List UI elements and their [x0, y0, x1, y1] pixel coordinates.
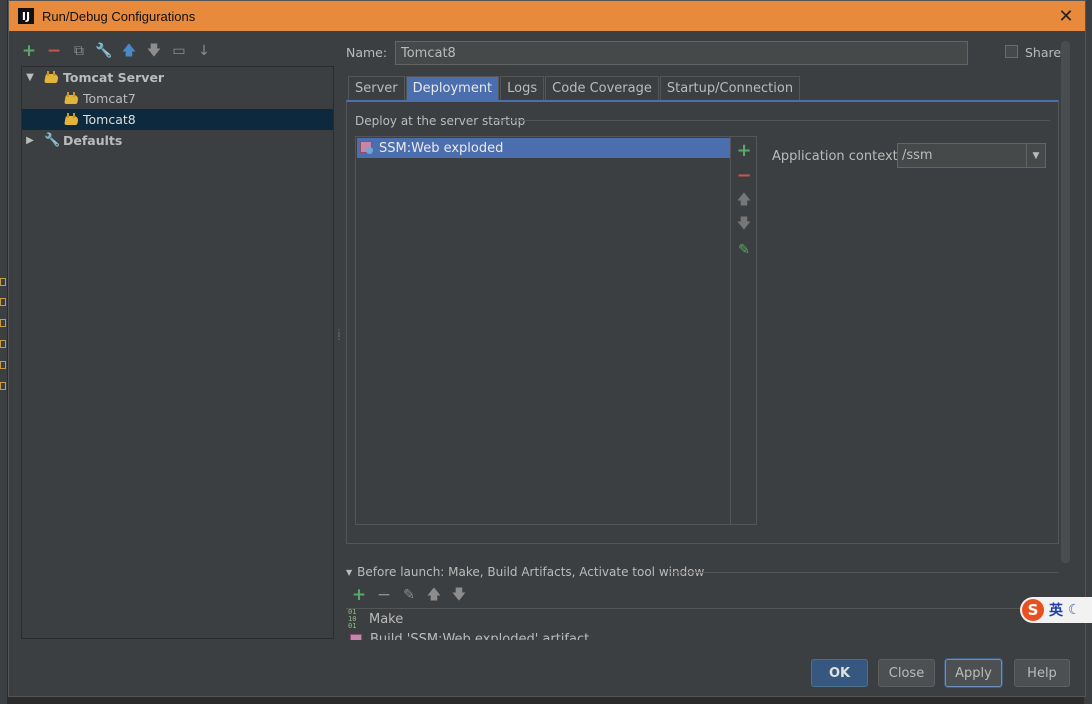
- help-button[interactable]: Help: [1014, 659, 1070, 687]
- ide-gutter-mark: [0, 382, 6, 390]
- tab-logs[interactable]: Logs: [500, 76, 545, 100]
- ide-gutter-mark: [0, 298, 6, 306]
- tree-node-tomcat-server[interactable]: ▼ Tomcat Server: [22, 67, 333, 88]
- list-item[interactable]: 01 10 01 Make: [346, 609, 1059, 629]
- moon-icon: ☾: [1068, 602, 1081, 618]
- make-icon: 01 10 01: [348, 608, 357, 630]
- window-title: Run/Debug Configurations: [42, 8, 196, 24]
- remove-icon[interactable]: −: [736, 165, 752, 186]
- move-down-icon[interactable]: 🡇: [736, 216, 752, 233]
- splitter-handle[interactable]: ⋮ ⋮: [335, 329, 343, 347]
- ide-gutter-mark: [0, 278, 6, 286]
- before-launch-label: Before launch: Make, Build Artifacts, Ac…: [357, 565, 705, 579]
- sort-icon[interactable]: ↓: [196, 43, 212, 59]
- tab-startup-connection[interactable]: Startup/Connection: [659, 76, 801, 100]
- tomcat-icon: [64, 91, 80, 106]
- wrench-icon: 🔧: [44, 133, 61, 148]
- section-divider: [494, 120, 1050, 121]
- move-up-icon[interactable]: 🡅: [121, 43, 137, 59]
- ide-gutter-mark: [0, 361, 6, 369]
- tree-node-label: Tomcat8: [83, 112, 136, 127]
- ok-button[interactable]: OK: [811, 659, 868, 687]
- remove-icon[interactable]: −: [376, 586, 392, 603]
- before-launch-header[interactable]: ▼ Before launch: Make, Build Artifacts, …: [346, 565, 704, 579]
- tree-node-label: Tomcat7: [83, 91, 136, 106]
- collapse-arrow-icon[interactable]: ▶: [24, 135, 36, 146]
- name-label: Name:: [346, 45, 388, 60]
- artifact-icon: [360, 141, 374, 155]
- before-launch-item-label: Build 'SSM:Web exploded' artifact: [370, 631, 590, 641]
- ime-indicator[interactable]: S 英 ☾: [1020, 597, 1092, 623]
- collapse-arrow-icon[interactable]: ▼: [346, 568, 352, 577]
- move-up-icon[interactable]: 🡅: [736, 192, 752, 209]
- list-item[interactable]: Build 'SSM:Web exploded' artifact: [346, 629, 1059, 640]
- tree-node-label: Tomcat Server: [63, 70, 165, 85]
- edit-defaults-icon[interactable]: 🔧: [95, 43, 112, 59]
- move-up-icon[interactable]: 🡅: [426, 587, 442, 603]
- list-item[interactable]: SSM:Web exploded: [357, 138, 730, 158]
- close-button[interactable]: Close: [878, 659, 935, 687]
- tab-deployment[interactable]: Deployment: [405, 76, 500, 100]
- add-icon[interactable]: +: [736, 140, 752, 161]
- add-icon[interactable]: +: [351, 586, 367, 603]
- intellij-app-icon: IJ: [18, 8, 34, 24]
- copy-icon[interactable]: ⧉: [71, 43, 87, 59]
- tab-code-coverage[interactable]: Code Coverage: [545, 76, 659, 100]
- tree-node-defaults[interactable]: ▶ 🔧 Defaults: [22, 130, 333, 151]
- move-down-icon[interactable]: 🡇: [146, 43, 162, 59]
- tab-server[interactable]: Server: [348, 76, 405, 100]
- app-context-value: /ssm: [902, 148, 933, 163]
- remove-icon[interactable]: −: [46, 42, 62, 59]
- close-icon[interactable]: ✕: [1055, 5, 1077, 27]
- edit-icon[interactable]: ✎: [736, 242, 752, 258]
- apply-button[interactable]: Apply: [945, 659, 1002, 687]
- tree-node-label: Defaults: [63, 133, 123, 148]
- app-context-label: Application context:: [772, 149, 903, 164]
- ide-gutter-mark: [0, 319, 6, 327]
- share-checkbox[interactable]: [1005, 45, 1018, 58]
- move-down-icon[interactable]: 🡇: [451, 587, 467, 603]
- share-label: Share: [1025, 45, 1062, 60]
- folder-icon[interactable]: ▭: [171, 43, 187, 59]
- add-icon[interactable]: +: [21, 42, 37, 59]
- config-toolbar: + − ⧉ 🔧 🡅 🡇 ▭ ↓: [21, 39, 212, 63]
- artifact-icon: [350, 634, 362, 640]
- ide-gutter-mark: [0, 340, 6, 348]
- sogou-logo-icon: S: [1022, 599, 1044, 621]
- section-divider: [669, 572, 1059, 573]
- name-input[interactable]: Tomcat8: [395, 41, 968, 65]
- ide-background-left: [0, 0, 8, 704]
- edit-icon[interactable]: ✎: [401, 587, 417, 603]
- tree-node-tomcat8[interactable]: Tomcat8: [22, 109, 333, 130]
- chevron-down-icon[interactable]: ▼: [1026, 144, 1045, 167]
- tomcat-icon: [64, 112, 80, 127]
- app-context-combo[interactable]: /ssm ▼: [897, 143, 1046, 168]
- tomcat-icon: [44, 70, 60, 85]
- config-tree[interactable]: ▼ Tomcat Server Tomcat7 Tomcat8 ▶ 🔧 Defa…: [21, 66, 334, 639]
- artifact-list-toolbar: + − 🡅 🡇 ✎: [731, 136, 757, 525]
- tree-node-tomcat7[interactable]: Tomcat7: [22, 88, 333, 109]
- expand-arrow-icon[interactable]: ▼: [24, 72, 36, 83]
- artifact-label: SSM:Web exploded: [379, 140, 504, 156]
- title-bar[interactable]: IJ Run/Debug Configurations ✕: [9, 1, 1085, 31]
- artifact-list[interactable]: SSM:Web exploded: [355, 136, 731, 525]
- run-debug-dialog: IJ Run/Debug Configurations ✕ + − ⧉ 🔧 🡅 …: [8, 0, 1086, 697]
- before-launch-toolbar: + − ✎ 🡅 🡇: [351, 586, 467, 603]
- before-launch-item-label: Make: [369, 611, 404, 627]
- before-launch-list[interactable]: 01 10 01 Make Build 'SSM:Web exploded' art…: [346, 608, 1059, 640]
- deploy-section-label: Deploy at the server startup: [355, 114, 526, 128]
- config-tabs: Server Deployment Logs Code Coverage Sta…: [348, 76, 801, 100]
- scrollbar[interactable]: [1061, 41, 1070, 563]
- ime-language: 英: [1049, 603, 1063, 619]
